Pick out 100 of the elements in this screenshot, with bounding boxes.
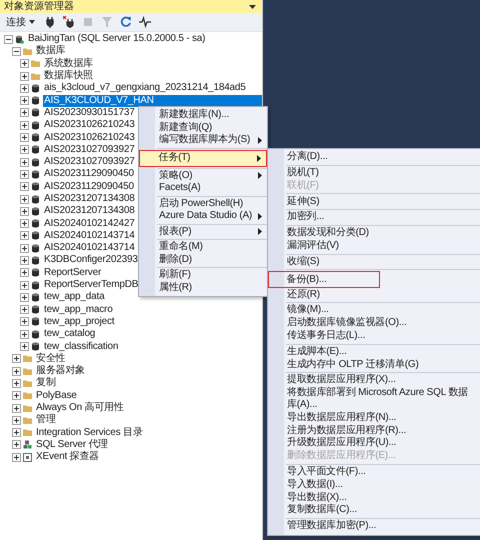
tree-item[interactable]: 安全性: [35, 352, 66, 365]
menu-item[interactable]: Azure Data Studio (A): [139, 210, 267, 222]
expand-toggle[interactable]: [20, 206, 29, 216]
menu-item[interactable]: 报表(P): [139, 226, 267, 238]
tree-item[interactable]: Always On 高可用性: [35, 402, 125, 414]
menu-item[interactable]: 新建查询(Q): [139, 122, 267, 134]
menu-item[interactable]: 将数据库部署到 Microsoft Azure SQL 数据库(A)...: [268, 386, 480, 412]
expand-toggle[interactable]: [20, 170, 29, 179]
menu-item[interactable]: 生成内存中 OLTP 迁移清单(G): [268, 358, 480, 372]
tree-item[interactable]: tew_app_data: [43, 291, 106, 304]
menu-item[interactable]: 漏洞评估(V): [268, 240, 480, 253]
tree-item[interactable]: AIS20231026210243: [43, 119, 136, 132]
tree-item[interactable]: BaiJingTan (SQL Server 15.0.2000.5 - sa): [27, 33, 206, 46]
expand-toggle[interactable]: [20, 133, 29, 142]
menu-item[interactable]: 脱机(T): [268, 166, 480, 180]
tree-item[interactable]: AIS20230930151737: [43, 106, 136, 119]
tree-item[interactable]: AIS20240102143714: [43, 230, 136, 242]
menu-item[interactable]: Facets(A): [139, 182, 267, 194]
expand-toggle[interactable]: [20, 305, 29, 314]
menu-item[interactable]: 还原(R): [268, 288, 480, 302]
tree-item[interactable]: 数据库快照: [43, 70, 94, 82]
expand-toggle[interactable]: [12, 404, 21, 413]
expand-toggle[interactable]: [12, 391, 21, 400]
menu-item[interactable]: 收缩(S): [268, 256, 480, 268]
tree-item[interactable]: AIS20231026210243: [43, 132, 136, 144]
menu-item[interactable]: 备份(B)...: [268, 271, 380, 288]
tree-item[interactable]: AIS20240102143714: [43, 242, 136, 254]
menu-item[interactable]: 管理数据库加密(P)...: [268, 520, 480, 533]
menu-item[interactable]: 加密列...: [268, 211, 480, 224]
tree-item[interactable]: ais_k3cloud_v7_gengxiang_20231214_184ad5: [43, 82, 247, 94]
expand-toggle[interactable]: [20, 280, 29, 290]
expand-toggle[interactable]: [20, 158, 29, 167]
tree-item[interactable]: 服务器对象: [35, 365, 86, 378]
menu-item[interactable]: 删除(D): [139, 254, 267, 266]
expand-toggle[interactable]: [12, 366, 21, 376]
menu-item[interactable]: 导入数据(I)...: [268, 478, 480, 492]
tree-item[interactable]: XEvent 探查器: [35, 451, 100, 464]
expand-toggle[interactable]: [12, 440, 21, 450]
tree-item[interactable]: AIS20231027093927: [43, 156, 136, 168]
tree-item[interactable]: ReportServerTempDB: [43, 279, 140, 292]
expand-toggle[interactable]: [12, 428, 21, 438]
menu-item[interactable]: 策略(O): [139, 170, 267, 182]
expand-toggle[interactable]: [20, 108, 29, 118]
menu-item[interactable]: 新建数据库(N)...: [139, 109, 267, 122]
menu-item[interactable]: 数据发现和分类(D): [268, 226, 480, 240]
tree-item[interactable]: AIS_K3CLOUD_V7_HAN: [43, 94, 262, 107]
tree-item[interactable]: Integration Services 目录: [35, 426, 144, 439]
menu-item[interactable]: 延伸(S): [268, 195, 480, 208]
tree-item[interactable]: 管理: [35, 414, 57, 426]
tree-item[interactable]: ReportServer: [43, 266, 102, 279]
tree-item[interactable]: tew_classification: [43, 340, 120, 353]
tree-item[interactable]: PolyBase: [35, 390, 78, 402]
expand-toggle[interactable]: [20, 342, 29, 352]
menu-item[interactable]: 提取数据层应用程序(X)...: [268, 374, 480, 387]
tree-item[interactable]: tew_catalog: [43, 328, 96, 340]
expand-toggle[interactable]: [20, 96, 29, 106]
menu-item[interactable]: 重命名(M): [139, 241, 267, 254]
expand-toggle[interactable]: [20, 194, 29, 204]
expand-toggle[interactable]: [12, 354, 21, 364]
expand-toggle[interactable]: [20, 256, 29, 265]
unplug-icon[interactable]: [63, 16, 75, 28]
expand-toggle[interactable]: [4, 34, 13, 44]
expand-toggle[interactable]: [20, 182, 29, 192]
tree-item[interactable]: 复制: [35, 377, 57, 390]
expand-toggle[interactable]: [12, 378, 21, 388]
expand-toggle[interactable]: [12, 416, 21, 425]
menu-item[interactable]: 启动 PowerShell(H): [139, 198, 267, 210]
menu-item[interactable]: 分离(D)...: [268, 151, 480, 164]
expand-toggle[interactable]: [20, 317, 29, 326]
expand-toggle[interactable]: [20, 59, 29, 68]
expand-toggle[interactable]: [12, 46, 21, 56]
tree-item[interactable]: AIS20231207134308: [43, 205, 136, 218]
tree-item[interactable]: AIS20231027093927: [43, 144, 136, 156]
menu-item[interactable]: 导出数据(X)...: [268, 491, 480, 504]
expand-toggle[interactable]: [20, 231, 29, 240]
menu-item[interactable]: 传送事务日志(L)...: [268, 330, 480, 343]
menu-item[interactable]: 注册为数据层应用程序(R)...: [268, 424, 480, 438]
menu-item[interactable]: 编写数据库脚本为(S): [139, 134, 267, 146]
expand-toggle[interactable]: [20, 120, 29, 130]
expand-toggle[interactable]: [20, 292, 29, 302]
expand-toggle[interactable]: [12, 452, 21, 462]
menu-item[interactable]: 任务(T): [139, 150, 267, 166]
expand-toggle[interactable]: [20, 72, 29, 81]
tree-item[interactable]: AIS20231129090450: [43, 180, 135, 193]
menu-item[interactable]: 属性(R): [139, 282, 267, 294]
menu-item[interactable]: 刷新(F): [139, 269, 267, 282]
expand-toggle[interactable]: [20, 145, 29, 154]
plug-icon[interactable]: [44, 16, 56, 28]
tree-item[interactable]: 系统数据库: [43, 58, 94, 70]
pulse-icon[interactable]: [139, 16, 151, 28]
menu-item[interactable]: 导入平面文件(F)...: [268, 466, 480, 479]
expand-toggle[interactable]: [20, 244, 29, 253]
refresh-icon[interactable]: [120, 16, 132, 28]
menu-item[interactable]: 导出数据层应用程序(N)...: [268, 412, 480, 424]
tree-item[interactable]: AIS20231129090450: [43, 168, 135, 180]
expand-toggle[interactable]: [20, 330, 29, 339]
connect-button[interactable]: 连接: [4, 15, 37, 29]
dropdown-icon[interactable]: [249, 4, 256, 8]
menu-item[interactable]: 镜像(M)...: [268, 304, 480, 317]
tree-item[interactable]: tew_app_macro: [43, 304, 114, 316]
